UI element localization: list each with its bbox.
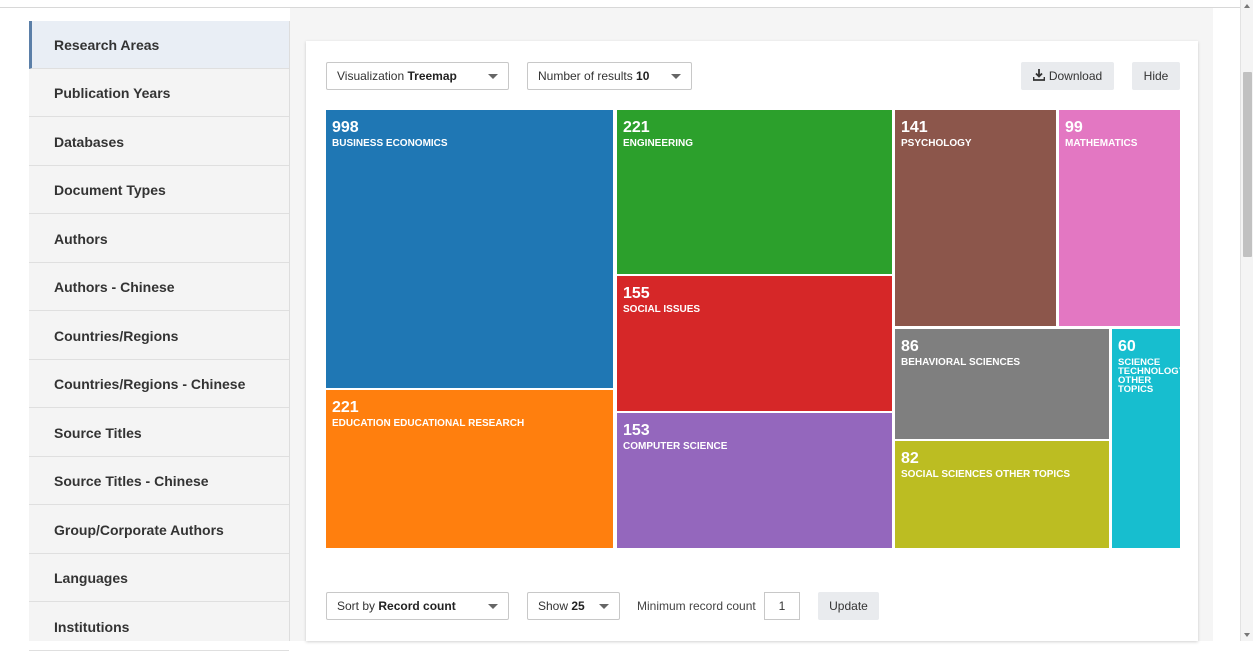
- treemap-cell-psychology[interactable]: 141 PSYCHOLOGY: [895, 110, 1056, 326]
- scrollbar-thumb[interactable]: [1243, 72, 1252, 257]
- results-value: 10: [636, 69, 650, 83]
- treemap-cell-science-technology-other-topics[interactable]: 60 SCIENCE TECHNOLOGY OTHER TOPICS: [1112, 329, 1180, 548]
- show-value: 25: [571, 599, 585, 613]
- sidebar-item-research-areas[interactable]: Research Areas: [29, 21, 289, 69]
- treemap-cell-engineering[interactable]: 221 ENGINEERING: [617, 110, 892, 274]
- sidebar-item-countries-regions[interactable]: Countries/Regions: [29, 312, 289, 360]
- sidebar-item-institutions[interactable]: Institutions: [29, 603, 289, 651]
- number-of-results-select[interactable]: Number of results 10: [527, 62, 692, 90]
- treemap-cell-education-educational-research[interactable]: 221 EDUCATION EDUCATIONAL RESEARCH: [326, 390, 613, 548]
- chevron-down-icon: [671, 74, 681, 79]
- results-prefix: Number of results: [538, 69, 633, 83]
- cell-label: SOCIAL SCIENCES OTHER TOPICS: [901, 469, 1071, 480]
- update-button[interactable]: Update: [818, 592, 879, 620]
- visualization-select[interactable]: Visualization Treemap: [326, 62, 509, 90]
- show-count-select[interactable]: Show 25: [527, 592, 620, 620]
- cell-count: 60: [1118, 338, 1136, 355]
- cell-label: PSYCHOLOGY: [901, 138, 972, 149]
- cell-label: COMPUTER SCIENCE: [623, 441, 728, 452]
- scroll-up-icon[interactable]: [1244, 4, 1250, 8]
- download-label: Download: [1048, 69, 1103, 83]
- show-prefix: Show: [538, 599, 569, 613]
- download-button[interactable]: Download: [1021, 62, 1114, 90]
- visualization-prefix: Visualization: [337, 69, 405, 83]
- sidebar-item-publication-years[interactable]: Publication Years: [29, 69, 289, 117]
- minimum-record-count-input[interactable]: [764, 592, 800, 620]
- treemap-cell-computer-science[interactable]: 153 COMPUTER SCIENCE: [617, 413, 892, 548]
- page-scrollbar[interactable]: [1240, 0, 1253, 641]
- sidebar-item-countries-regions-chinese[interactable]: Countries/Regions - Chinese: [29, 360, 289, 408]
- cell-count: 153: [623, 422, 650, 439]
- treemap-cell-mathematics[interactable]: 99 MATHEMATICS: [1059, 110, 1180, 326]
- cell-count: 998: [332, 119, 359, 136]
- minimum-record-count-label: Minimum record count: [637, 599, 756, 613]
- hide-button[interactable]: Hide: [1132, 62, 1180, 90]
- download-icon: [1032, 69, 1045, 81]
- sidebar-item-authors-chinese[interactable]: Authors - Chinese: [29, 263, 289, 311]
- cell-count: 221: [623, 119, 650, 136]
- cell-label: BUSINESS ECONOMICS: [332, 138, 448, 149]
- sidebar-item-group-corporate-authors[interactable]: Group/Corporate Authors: [29, 506, 289, 554]
- cell-count: 82: [901, 450, 919, 467]
- cell-label: SOCIAL ISSUES: [623, 304, 701, 315]
- cell-count: 141: [901, 119, 928, 136]
- sort-prefix: Sort by: [337, 599, 376, 613]
- cell-label: SCIENCE TECHNOLOGY OTHER TOPICS: [1118, 357, 1180, 395]
- sidebar: Research Areas Publication Years Databas…: [29, 21, 290, 651]
- cell-label: EDUCATION EDUCATIONAL RESEARCH: [332, 418, 525, 429]
- cell-count: 99: [1065, 119, 1083, 136]
- cell-label: BEHAVIORAL SCIENCES: [901, 357, 1021, 368]
- cell-label: ENGINEERING: [623, 138, 694, 149]
- sidebar-item-source-titles[interactable]: Source Titles: [29, 409, 289, 457]
- treemap-cell-behavioral-sciences[interactable]: 86 BEHAVIORAL SCIENCES: [895, 329, 1109, 439]
- treemap-cell-social-issues[interactable]: 155 SOCIAL ISSUES: [617, 276, 892, 411]
- sort-by-select[interactable]: Sort by Record count: [326, 592, 509, 620]
- sidebar-item-document-types[interactable]: Document Types: [29, 166, 289, 214]
- sort-value: Record count: [378, 599, 456, 613]
- chevron-down-icon: [488, 74, 498, 79]
- sidebar-item-databases[interactable]: Databases: [29, 118, 289, 166]
- cell-count: 86: [901, 338, 919, 355]
- sidebar-item-source-titles-chinese[interactable]: Source Titles - Chinese: [29, 457, 289, 505]
- cell-count: 221: [332, 399, 359, 416]
- treemap-cell-business-economics[interactable]: 998 BUSINESS ECONOMICS: [326, 110, 613, 388]
- visualization-value: Treemap: [407, 69, 457, 83]
- scroll-down-icon[interactable]: [1244, 633, 1250, 637]
- treemap-chart: 998 BUSINESS ECONOMICS 221 EDUCATION EDU…: [326, 110, 1180, 548]
- chevron-down-icon: [599, 604, 609, 609]
- sidebar-item-languages[interactable]: Languages: [29, 554, 289, 602]
- treemap-cell-social-sciences-other-topics[interactable]: 82 SOCIAL SCIENCES OTHER TOPICS: [895, 441, 1109, 548]
- sidebar-item-authors[interactable]: Authors: [29, 215, 289, 263]
- cell-count: 155: [623, 285, 650, 302]
- cell-label: MATHEMATICS: [1065, 138, 1138, 149]
- chevron-down-icon: [488, 604, 498, 609]
